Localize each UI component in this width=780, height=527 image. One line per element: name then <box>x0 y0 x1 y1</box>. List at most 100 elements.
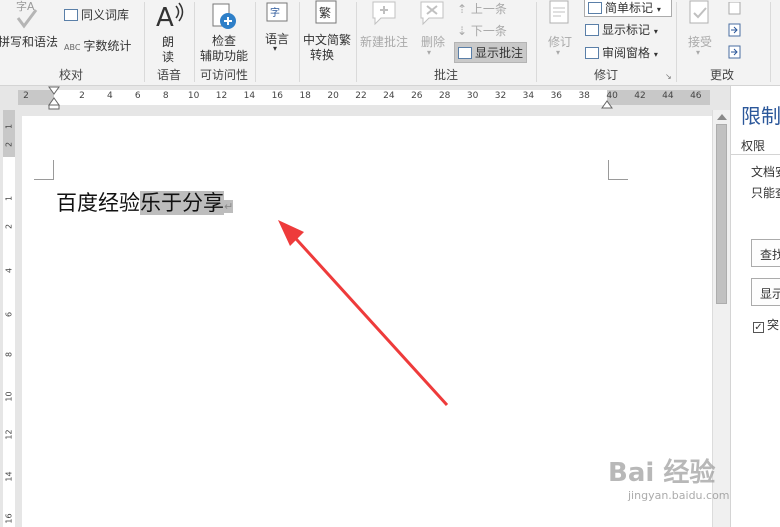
read-aloud-line2[interactable]: 读 <box>162 48 174 65</box>
show-comments-icon <box>458 47 472 59</box>
scroll-thumb[interactable] <box>716 124 727 304</box>
ruler-tick: 44 <box>662 91 674 101</box>
accessibility-check-line2[interactable]: 辅助功能 <box>200 47 248 64</box>
chinese-group: 繁 中文简繁 转换 <box>300 0 355 86</box>
vruler-tick: 16 <box>4 513 14 524</box>
reject-previous-next-icons[interactable] <box>727 1 743 62</box>
read-aloud-icon: A <box>155 0 185 33</box>
show-all-regions-button[interactable]: 显示 <box>751 278 780 306</box>
vruler-tick: 1 <box>4 123 14 130</box>
next-comment-label: 下一条 <box>470 24 507 38</box>
ruler-tick: 10 <box>187 91 200 101</box>
tracking-group: 修订 ▾ 简单标记 ▾ 显示标记 ▾ 审阅窗格 ▾ 修订 ↘ <box>537 0 675 86</box>
ruler-tick: 38 <box>578 91 590 101</box>
chevron-down-icon: ▾ <box>653 27 658 36</box>
show-markup-label: 显示标记 <box>602 23 651 37</box>
vertical-ruler[interactable]: 2 1 1 2 4 6 8 10 12 14 16 <box>0 110 18 527</box>
new-comment-icon <box>369 0 399 28</box>
chevron-down-icon: ▾ <box>556 48 561 57</box>
horizontal-ruler[interactable]: 2 2 4 6 8 10 12 14 16 18 20 22 24 26 28 30 32 34 36 38 40 42… <box>0 86 712 110</box>
indent-marker-icon[interactable] <box>48 86 60 110</box>
pane-text-line1: 文档安 <box>751 165 780 179</box>
highlight-regions-checkbox[interactable]: ✓ 突 <box>753 316 779 333</box>
thesaurus-button[interactable]: 同义词库 <box>64 6 129 23</box>
proofing-group-label: 校对 <box>58 68 83 82</box>
language-icon: 字 <box>266 2 290 26</box>
comments-group: 新建批注 删除 ▾ ⇡ 上一条 ⇣ 下一条 显示批注 批注 <box>357 0 535 86</box>
pane-divider <box>731 154 780 155</box>
accessibility-group: 检查 辅助功能 可访问性 <box>195 0 253 86</box>
svg-text:字: 字 <box>270 6 280 19</box>
review-pane-icon <box>585 47 599 59</box>
show-markup-icon <box>585 24 599 36</box>
pane-text-line2: 只能查 <box>751 186 780 200</box>
watermark-url: jingyan.baidu.com <box>628 489 730 502</box>
previous-comment-label: 上一条 <box>470 2 507 16</box>
svg-text:A: A <box>156 3 174 30</box>
crop-mark <box>34 160 54 180</box>
previous-comment-button[interactable]: ⇡ 上一条 <box>457 0 507 17</box>
thesaurus-label: 同义词库 <box>81 8 130 22</box>
next-comment-icon: ⇣ <box>457 24 471 38</box>
accessibility-group-label: 可访问性 <box>199 68 248 82</box>
review-pane-button[interactable]: 审阅窗格 ▾ <box>585 44 658 61</box>
right-indent-marker-icon[interactable] <box>601 97 613 109</box>
vruler-tick: 8 <box>4 351 14 358</box>
restrict-editing-pane: 限制 权限 文档安 只能查 查找 显示 ✓突 <box>730 86 780 527</box>
ruler-tick: 32 <box>494 91 507 101</box>
ruler-tick: 8 <box>162 91 169 101</box>
ruler-tick: 14 <box>243 91 256 101</box>
delete-comment-icon <box>417 0 447 28</box>
delete-comment-button[interactable]: 删除 <box>421 33 445 50</box>
annotation-arrow-icon <box>278 220 449 407</box>
markup-select[interactable]: 简单标记 ▾ <box>584 0 672 17</box>
next-comment-button[interactable]: ⇣ 下一条 <box>457 22 507 39</box>
vruler-tick: 12 <box>4 429 14 440</box>
ruler-tick: 6 <box>134 91 141 101</box>
proofing-group: 字A 拼写和语法 同义词库 ABC 字数统计 校对 <box>0 0 142 86</box>
document-text: 百度经验 <box>56 191 140 215</box>
thesaurus-icon <box>64 9 78 21</box>
ribbon-separator <box>770 2 771 82</box>
ruler-tick: 46 <box>690 91 702 101</box>
watermark-logo: Bai 经验 <box>608 458 716 488</box>
scroll-up-icon[interactable] <box>717 114 727 120</box>
ruler-tick: 16 <box>271 91 284 101</box>
show-markup-button[interactable]: 显示标记 ▾ <box>585 21 658 38</box>
tracking-group-label: 修订 <box>593 68 618 82</box>
new-comment-button[interactable]: 新建批注 <box>360 33 408 50</box>
ruler-tick: 12 <box>215 91 228 101</box>
changes-group-label: 更改 <box>709 68 734 82</box>
vruler-tick: 1 <box>4 195 14 202</box>
ruler-tick: 26 <box>411 91 423 101</box>
ruler-tick: 2 <box>79 91 85 101</box>
show-comments-button[interactable]: 显示批注 <box>454 42 528 63</box>
wordcount-button[interactable]: ABC 字数统计 <box>64 37 131 54</box>
speech-group-label: 语音 <box>156 68 181 82</box>
selected-text: 乐于分享 <box>140 191 224 215</box>
wordcount-label: 字数统计 <box>83 39 132 53</box>
ruler-tick: 4 <box>107 91 113 101</box>
svg-text:字A: 字A <box>16 0 35 13</box>
markup-select-value: 简单标记 <box>605 1 654 15</box>
ruler-tick: 22 <box>355 91 367 101</box>
find-next-region-button[interactable]: 查找 <box>751 239 780 267</box>
document-paragraph[interactable]: 百度经验乐于分享↵ <box>56 188 234 222</box>
ruler-tick: 36 <box>550 91 563 101</box>
chinese-convert-icon-text: 繁 <box>319 5 331 20</box>
crop-mark <box>608 160 628 180</box>
accept-icon <box>687 0 713 30</box>
ribbon: 字A 拼写和语法 同义词库 ABC 字数统计 校对 A 朗 读 语音 检查 辅助功… <box>0 0 780 86</box>
changes-group: 接受 ▾ 更改 <box>677 0 767 86</box>
dialog-launcher-icon[interactable]: ↘ <box>665 72 672 81</box>
vruler-tick: 10 <box>4 391 14 402</box>
ruler-tick: 30 <box>466 91 479 101</box>
checkbox-checked-icon: ✓ <box>753 322 764 333</box>
accessibility-check-icon <box>211 2 237 32</box>
chinese-convert-line2[interactable]: 转换 <box>310 46 334 63</box>
spelling-button[interactable]: 拼写和语法 <box>0 33 58 50</box>
ruler-tick: 18 <box>299 91 311 101</box>
language-group: 字 语言 ▾ <box>256 0 298 86</box>
highlight-regions-label: 突 <box>767 318 780 332</box>
watermark: Bai 经验 jingyan.baidu.com <box>608 452 730 502</box>
